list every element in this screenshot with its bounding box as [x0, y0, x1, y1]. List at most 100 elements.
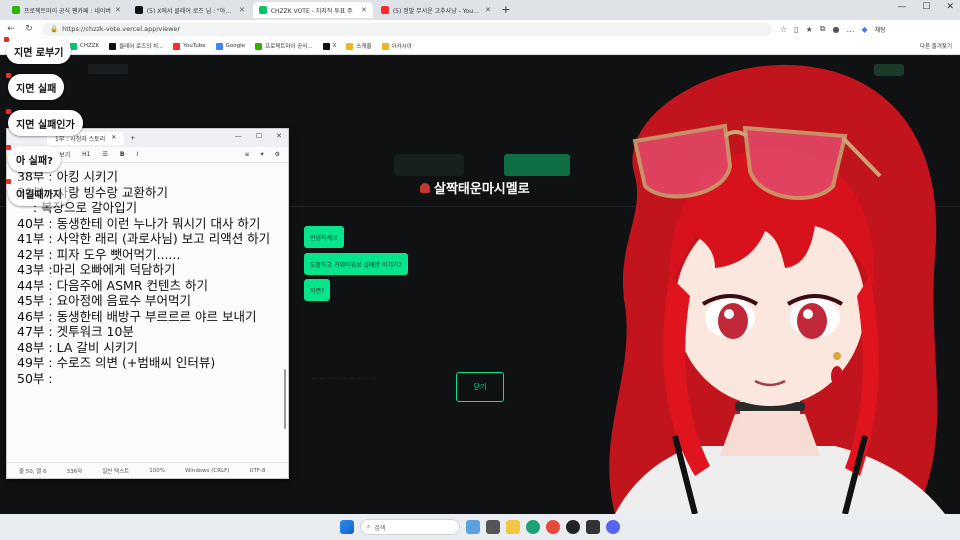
browser-tab-bar: 프로젝트마이 공식 팬카페 : 네이버 ✕ (5) X에서 클레어 로즈 님 : "… [0, 0, 960, 20]
close-button[interactable]: 닫기 [456, 372, 504, 402]
notepad-line: 41부 : 사악한 래리 (과로사님) 보고 리액션 하기 [17, 231, 271, 246]
bookmark-item[interactable]: 프로젝트마이 공식... [255, 42, 313, 50]
notepad-scrollbar[interactable] [284, 369, 286, 429]
tab-close-icon[interactable]: ✕ [115, 6, 121, 14]
taskbar-search[interactable]: ⌕ 검색 [360, 519, 460, 535]
copilot-icon[interactable]: ✦ [260, 151, 265, 158]
other-bookmarks[interactable]: 다른 즐겨찾기 [920, 42, 952, 50]
obs-icon[interactable] [566, 520, 580, 534]
notepad-line: 45부 : 요아정에 음료수 부어먹기 [17, 293, 192, 308]
bookmark-label: 아카시아 [391, 44, 412, 50]
modal-title-text: 살짝태운마시멜로 [434, 182, 530, 197]
overlay-chat-pill: 아 실패? [6, 145, 61, 172]
italic-button[interactable]: I [136, 151, 138, 158]
status-format: 일반 텍스트 [102, 468, 130, 475]
chrome-icon[interactable] [546, 520, 560, 534]
bookmark-item[interactable]: CHZZK [70, 42, 100, 50]
tab-label: CHZZK VOTE - 치지직 투표 주 [270, 7, 353, 15]
heading-dropdown[interactable]: H1 [82, 151, 90, 158]
bookmark-label: YouTube [183, 43, 206, 49]
page-logo [88, 64, 128, 74]
notepad-text-area[interactable]: 38부 : 아킹 시키기 39부 : 사랑 빙수랑 교환하기 : 복장으로 갈아입… [17, 169, 289, 451]
taskbar: ⌕ 검색 [0, 514, 960, 540]
bookmark-item[interactable]: YouTube [173, 42, 206, 50]
profile-icon[interactable]: ● [832, 25, 839, 34]
overlay-chat-pill: 지면 실패인가 [6, 109, 83, 136]
app-icon[interactable] [586, 520, 600, 534]
tab-label: 프로젝트마이 공식 팬카페 : 네이버 [24, 7, 111, 15]
star-icon[interactable]: ☆ [780, 25, 787, 34]
chat-message: 도황하고 가위바위보 실패한 이기기? [304, 253, 408, 275]
url-field[interactable]: 🔒 https://chzzk-vote.vercel.app/viewer [42, 22, 772, 36]
browser-tab[interactable]: (5) 정말 무서운 고추사냥 - YouTube ✕ [375, 2, 497, 18]
new-tab-button[interactable]: + [499, 3, 513, 17]
back-icon[interactable]: ← [6, 24, 16, 34]
screen: 프로젝트마이 공식 팬카페 : 네이버 ✕ (5) X에서 클레어 로즈 님 : "… [0, 0, 960, 540]
status-chars: 336자 [66, 468, 83, 475]
notepad-line: 50부 : [17, 370, 53, 386]
bookmark-favicon-icon [346, 42, 354, 50]
close-icon[interactable]: ✕ [276, 132, 282, 140]
bookmark-favicon-icon [215, 42, 223, 50]
edge-icon[interactable] [526, 520, 540, 534]
tab-favicon-icon [258, 6, 267, 14]
windows-start-icon[interactable] [340, 520, 354, 534]
page-button-right[interactable] [504, 154, 570, 176]
lock-icon: 🔒 [50, 25, 59, 33]
minimize-icon[interactable]: — [235, 132, 242, 140]
collections-icon[interactable]: ⧉ [820, 24, 826, 34]
bookmark-label: X [332, 43, 337, 49]
bookmark-favicon-icon [109, 42, 117, 50]
notepad-line: 47부 : 겟투워크 10분 [17, 324, 134, 339]
task-view-icon[interactable] [486, 520, 500, 534]
split-screen-icon[interactable]: ▯ [794, 25, 798, 34]
search-placeholder: 검색 [374, 524, 386, 532]
notepad-line: 44부 : 다음주에 ASMR 컨텐츠 하기 [17, 277, 208, 293]
bookmark-item[interactable]: 클레어 로즈의 치... [109, 42, 163, 50]
status-position: 줄 50, 열 6 [19, 468, 47, 475]
chat-button[interactable]: 채팅 [875, 25, 886, 34]
list-icon[interactable]: ☰ [102, 151, 107, 158]
maximize-icon[interactable]: ☐ [922, 2, 930, 12]
tab-close-icon[interactable]: ✕ [485, 6, 491, 14]
tab-favicon-icon [12, 6, 20, 14]
close-icon[interactable]: ✕ [111, 134, 116, 143]
bookmark-item[interactable]: 스캐줄 [346, 42, 372, 50]
refresh-icon[interactable]: ↻ [24, 24, 34, 34]
file-explorer-icon[interactable] [506, 520, 520, 534]
bookmark-item[interactable]: X [322, 42, 337, 50]
browser-tab[interactable]: 프로젝트마이 공식 팬카페 : 네이버 ✕ [6, 2, 127, 18]
widgets-icon[interactable] [466, 520, 480, 534]
notepad-window-controls: — ☐ ✕ [235, 132, 282, 140]
bookmark-favicon-icon [381, 42, 389, 50]
faint-text-1: ㅡ ㅡ ㅡ ㅡ ㅡ ㅡ ㅡ ㅡ ㅡ [312, 376, 377, 383]
text-format-icon[interactable]: ≡ [245, 151, 250, 158]
notepad-line: 49부 : 수로즈 의변 (+범배씨 인터뷰) [17, 355, 216, 370]
bookmark-item[interactable]: 아카시아 [381, 42, 412, 50]
page-button-left[interactable] [394, 154, 464, 176]
add-tab-icon[interactable]: + [130, 135, 135, 142]
bookmark-favicon-icon [173, 42, 181, 50]
favorites-icon[interactable]: ★ [806, 25, 813, 34]
browser-tab[interactable]: CHZZK VOTE - 치지직 투표 주 ✕ [252, 2, 373, 18]
tab-close-icon[interactable]: ✕ [361, 6, 367, 14]
tab-favicon-icon [134, 6, 143, 14]
tab-label: (5) 정말 무서운 고추사냥 - YouTube [392, 7, 481, 15]
bookmark-favicon-icon [255, 42, 263, 50]
bookmark-favicon-icon [70, 42, 77, 50]
copilot-icon[interactable]: ◆ [861, 25, 867, 34]
more-icon[interactable]: … [846, 25, 854, 34]
maximize-icon[interactable]: ☐ [256, 132, 262, 140]
tab-close-icon[interactable]: ✕ [239, 6, 245, 14]
close-icon[interactable]: ✕ [946, 2, 954, 12]
browser-tab[interactable]: (5) X에서 클레어 로즈 님 : "아니 ... ✕ [129, 2, 251, 18]
bookmark-item[interactable]: Google [215, 42, 245, 50]
settings-icon[interactable]: ⚙ [275, 151, 280, 158]
bookmark-label: CHZZK [80, 43, 100, 49]
notepad-status-bar: 줄 50, 열 6 336자 일반 텍스트 100% Windows (CRLF… [7, 462, 288, 478]
chat-message: 안녕하세요 [304, 226, 344, 248]
overlay-chat-pill: 지면 로부기 [3, 37, 72, 64]
discord-icon[interactable] [606, 520, 620, 534]
bold-button[interactable]: B [120, 151, 125, 158]
minimize-icon[interactable]: — [897, 2, 906, 12]
